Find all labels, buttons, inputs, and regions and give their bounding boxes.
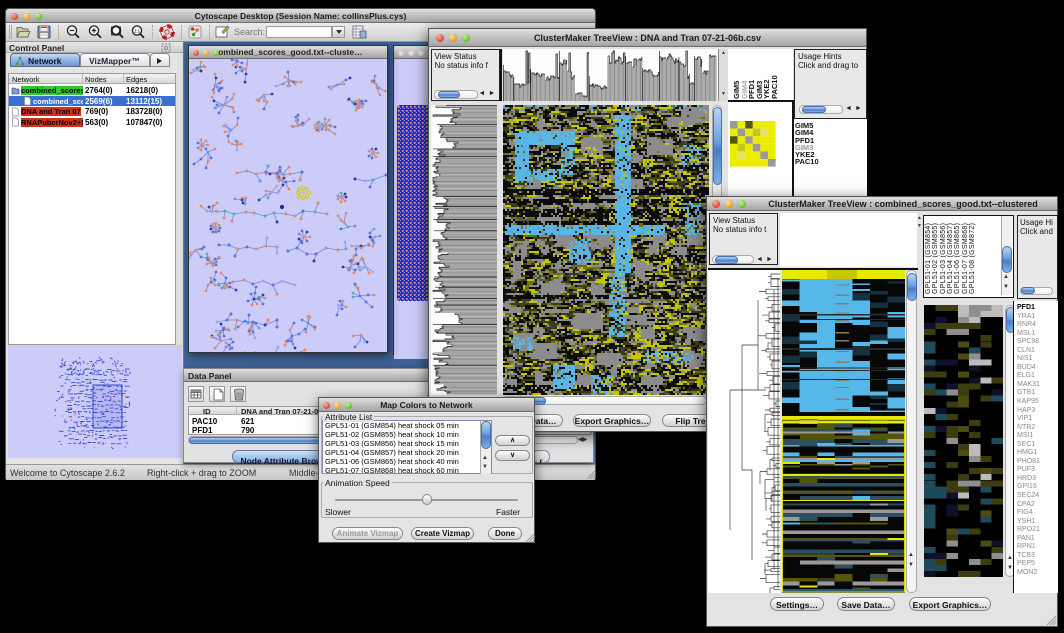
svg-text:1:1: 1:1 — [134, 29, 141, 34]
